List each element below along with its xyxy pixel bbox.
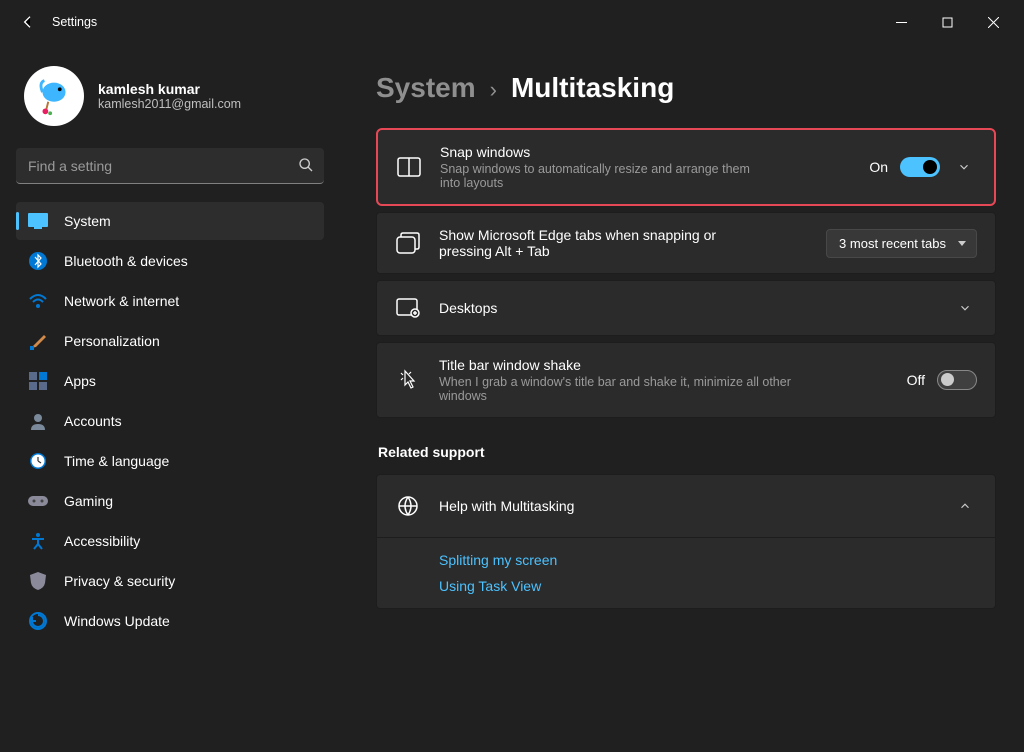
main-panel: System › Multitasking Snap windows Snap … bbox=[340, 44, 1024, 752]
shake-toggle[interactable] bbox=[937, 370, 977, 390]
nav-label: Accessibility bbox=[64, 533, 140, 549]
tabs-icon bbox=[395, 230, 421, 256]
nav-system[interactable]: System bbox=[16, 202, 324, 240]
nav-label: Time & language bbox=[64, 453, 169, 469]
clock-icon bbox=[28, 451, 48, 471]
card-title-bar-shake[interactable]: Title bar window shake When I grab a win… bbox=[376, 342, 996, 418]
snap-layout-icon bbox=[396, 154, 422, 180]
close-button[interactable] bbox=[970, 6, 1016, 38]
bluetooth-icon bbox=[28, 251, 48, 271]
globe-icon bbox=[395, 493, 421, 519]
gamepad-icon bbox=[28, 491, 48, 511]
breadcrumb: System › Multitasking bbox=[376, 72, 996, 104]
desktops-icon bbox=[395, 295, 421, 321]
help-links: Splitting my screen Using Task View bbox=[377, 537, 995, 608]
wifi-icon bbox=[28, 291, 48, 311]
display-icon bbox=[28, 211, 48, 231]
nav-privacy[interactable]: Privacy & security bbox=[16, 562, 324, 600]
breadcrumb-parent[interactable]: System bbox=[376, 72, 476, 104]
shield-icon bbox=[28, 571, 48, 591]
nav-label: Gaming bbox=[64, 493, 113, 509]
search-input[interactable] bbox=[16, 148, 324, 184]
apps-icon bbox=[28, 371, 48, 391]
card-description: Snap windows to automatically resize and… bbox=[440, 162, 760, 190]
nav-label: Personalization bbox=[64, 333, 160, 349]
sidebar: kamlesh kumar kamlesh2011@gmail.com Syst… bbox=[0, 44, 340, 752]
nav-label: System bbox=[64, 213, 111, 229]
cursor-shake-icon bbox=[395, 367, 421, 393]
card-snap-windows[interactable]: Snap windows Snap windows to automatical… bbox=[376, 128, 996, 206]
nav-label: Bluetooth & devices bbox=[64, 253, 188, 269]
card-help: Help with Multitasking Splitting my scre… bbox=[376, 474, 996, 609]
card-title: Snap windows bbox=[440, 144, 851, 160]
card-title: Desktops bbox=[439, 300, 935, 316]
card-edge-tabs[interactable]: Show Microsoft Edge tabs when snapping o… bbox=[376, 212, 996, 274]
search-icon bbox=[298, 157, 314, 178]
card-description: When I grab a window's title bar and sha… bbox=[439, 375, 799, 403]
nav-accounts[interactable]: Accounts bbox=[16, 402, 324, 440]
help-link-split-screen[interactable]: Splitting my screen bbox=[439, 552, 977, 568]
collapse-button[interactable] bbox=[953, 494, 977, 518]
help-link-task-view[interactable]: Using Task View bbox=[439, 578, 977, 594]
card-title: Title bar window shake bbox=[439, 357, 889, 373]
user-account-row[interactable]: kamlesh kumar kamlesh2011@gmail.com bbox=[16, 44, 324, 148]
person-icon bbox=[28, 411, 48, 431]
accessibility-icon bbox=[28, 531, 48, 551]
nav-bluetooth[interactable]: Bluetooth & devices bbox=[16, 242, 324, 280]
nav-label: Accounts bbox=[64, 413, 122, 429]
window-controls bbox=[878, 6, 1016, 38]
update-icon bbox=[28, 611, 48, 631]
nav-label: Network & internet bbox=[64, 293, 179, 309]
nav-label: Privacy & security bbox=[64, 573, 175, 589]
app-title: Settings bbox=[52, 15, 97, 29]
nav-accessibility[interactable]: Accessibility bbox=[16, 522, 324, 560]
nav-gaming[interactable]: Gaming bbox=[16, 482, 324, 520]
maximize-button[interactable] bbox=[924, 6, 970, 38]
breadcrumb-current: Multitasking bbox=[511, 72, 674, 104]
card-desktops[interactable]: Desktops bbox=[376, 280, 996, 336]
related-support-header: Related support bbox=[378, 444, 996, 460]
snap-toggle[interactable] bbox=[900, 157, 940, 177]
user-email: kamlesh2011@gmail.com bbox=[98, 97, 241, 111]
expand-button[interactable] bbox=[953, 296, 977, 320]
nav-label: Apps bbox=[64, 373, 96, 389]
nav-apps[interactable]: Apps bbox=[16, 362, 324, 400]
edge-tabs-dropdown[interactable]: 3 most recent tabs bbox=[826, 229, 977, 258]
back-button[interactable] bbox=[8, 2, 48, 42]
nav-time[interactable]: Time & language bbox=[16, 442, 324, 480]
card-title: Show Microsoft Edge tabs when snapping o… bbox=[439, 227, 749, 259]
title-bar: Settings bbox=[0, 0, 1024, 44]
nav-list: System Bluetooth & devices Network & int… bbox=[16, 202, 324, 640]
nav-update[interactable]: Windows Update bbox=[16, 602, 324, 640]
toggle-state-label: Off bbox=[907, 372, 925, 388]
nav-personalization[interactable]: Personalization bbox=[16, 322, 324, 360]
nav-label: Windows Update bbox=[64, 613, 170, 629]
chevron-right-icon: › bbox=[490, 77, 497, 103]
expand-button[interactable] bbox=[952, 155, 976, 179]
help-title: Help with Multitasking bbox=[439, 498, 935, 514]
brush-icon bbox=[28, 331, 48, 351]
avatar bbox=[24, 66, 84, 126]
nav-network[interactable]: Network & internet bbox=[16, 282, 324, 320]
user-name: kamlesh kumar bbox=[98, 81, 241, 97]
search-wrapper bbox=[16, 148, 324, 184]
minimize-button[interactable] bbox=[878, 6, 924, 38]
toggle-state-label: On bbox=[869, 159, 888, 175]
help-header[interactable]: Help with Multitasking bbox=[377, 475, 995, 537]
